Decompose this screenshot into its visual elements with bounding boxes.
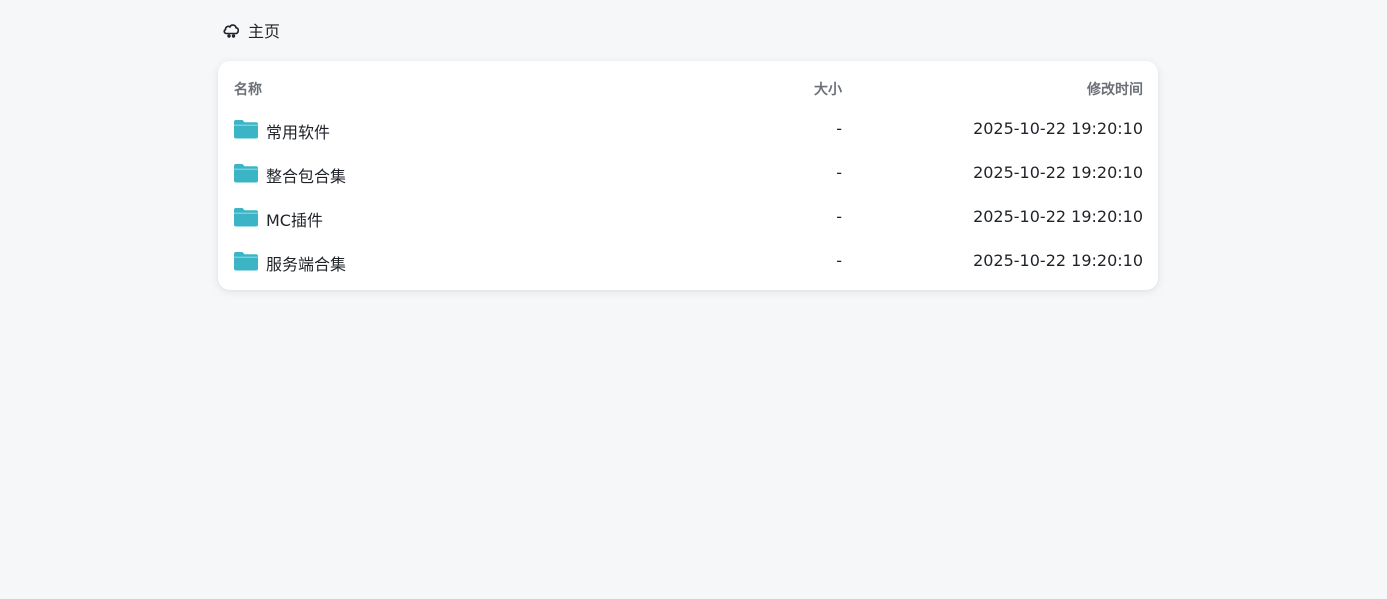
table-row[interactable]: 服务端合集 - 2025-10-22 19:20:10	[218, 240, 1158, 284]
row-size: -	[836, 251, 842, 270]
row-modified: 2025-10-22 19:20:10	[973, 207, 1143, 226]
folder-icon	[234, 207, 258, 227]
column-header-size[interactable]: 大小	[814, 79, 842, 99]
table-row[interactable]: 常用软件 - 2025-10-22 19:20:10	[218, 108, 1158, 152]
folder-icon	[234, 119, 258, 139]
folder-icon	[234, 163, 258, 183]
row-size: -	[836, 207, 842, 226]
table-row[interactable]: 整合包合集 - 2025-10-22 19:20:10	[218, 152, 1158, 196]
row-modified: 2025-10-22 19:20:10	[973, 163, 1143, 182]
row-size: -	[836, 119, 842, 138]
folder-icon	[234, 251, 258, 271]
column-header-name[interactable]: 名称	[234, 79, 262, 99]
cloud-rain-icon	[222, 21, 241, 40]
table-row[interactable]: MC插件 - 2025-10-22 19:20:10	[218, 196, 1158, 240]
row-name[interactable]: 服务端合集	[266, 251, 346, 275]
row-name[interactable]: 常用软件	[266, 119, 330, 143]
row-name[interactable]: MC插件	[266, 207, 323, 231]
row-modified: 2025-10-22 19:20:10	[973, 251, 1143, 270]
column-header-modified[interactable]: 修改时间	[1087, 79, 1143, 99]
breadcrumb[interactable]: 主页	[222, 18, 280, 42]
row-modified: 2025-10-22 19:20:10	[973, 119, 1143, 138]
row-size: -	[836, 163, 842, 182]
row-name[interactable]: 整合包合集	[266, 163, 346, 187]
breadcrumb-home-label[interactable]: 主页	[248, 18, 280, 42]
table-header: 名称 大小 修改时间	[218, 74, 1158, 102]
file-list-card: 名称 大小 修改时间 常用软件 - 2025-10-22 19:20:10 整合…	[218, 61, 1158, 290]
